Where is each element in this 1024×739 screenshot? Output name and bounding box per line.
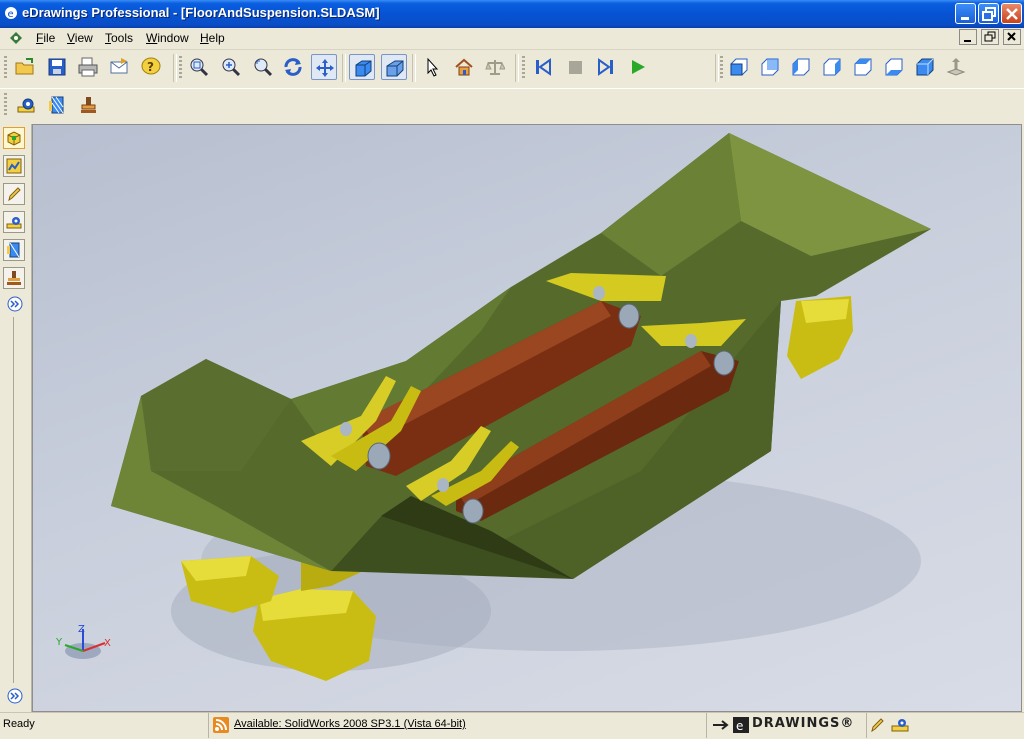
axis-label-y: Y: [55, 637, 63, 648]
print-icon[interactable]: [75, 54, 101, 80]
send-icon[interactable]: [106, 54, 132, 80]
bottom-view-icon[interactable]: [881, 54, 907, 80]
suspension-foot-right: [787, 296, 853, 379]
window-title: eDrawings Professional - [FloorAndSuspen…: [22, 5, 380, 20]
brand-label: DRAWINGS®: [752, 716, 855, 731]
stamp-icon[interactable]: [3, 267, 25, 289]
restore-button[interactable]: [978, 3, 999, 24]
zoom-to-fit-icon[interactable]: [186, 54, 212, 80]
zoom-in-out-icon[interactable]: [218, 54, 244, 80]
stop-icon[interactable]: [562, 54, 588, 80]
markup-icon[interactable]: [3, 183, 25, 205]
play-first-icon[interactable]: [530, 54, 556, 80]
toolbar-grip[interactable]: [4, 93, 7, 117]
toolbar-grip[interactable]: [179, 56, 182, 80]
floor-view-icon[interactable]: [943, 54, 969, 80]
mdi-close-button[interactable]: [1003, 29, 1021, 45]
isometric-view-icon[interactable]: [912, 54, 938, 80]
axis-label-z: Z: [78, 624, 85, 635]
back-view-icon[interactable]: [757, 54, 783, 80]
status-text: Ready: [3, 718, 35, 730]
mdi-restore-button[interactable]: [981, 29, 999, 45]
toolbar-grip[interactable]: [720, 56, 723, 80]
document-icon[interactable]: [8, 31, 24, 48]
arrow-icon: [712, 718, 732, 735]
menu-view[interactable]: View: [67, 31, 93, 45]
top-view-icon[interactable]: [850, 54, 876, 80]
measure-icon[interactable]: [482, 54, 508, 80]
menu-tools[interactable]: Tools: [105, 31, 133, 45]
help-icon[interactable]: ?: [138, 54, 164, 80]
model-viewport[interactable]: Z X Y: [32, 124, 1022, 712]
shaded-view-icon[interactable]: [349, 54, 375, 80]
section-icon[interactable]: [44, 92, 70, 118]
toolbar-grip[interactable]: [522, 56, 525, 80]
open-icon[interactable]: [12, 54, 38, 80]
svg-text:e: e: [736, 719, 743, 733]
front-view-icon[interactable]: [726, 54, 752, 80]
home-icon[interactable]: [451, 54, 477, 80]
minimize-button[interactable]: [955, 3, 976, 24]
mdi-minimize-button[interactable]: [959, 29, 977, 45]
expand-icon[interactable]: [6, 295, 24, 316]
menu-bar: File View Tools Window Help: [0, 28, 1024, 50]
expand-bottom-icon[interactable]: [6, 687, 24, 708]
markup-pencil-icon[interactable]: [870, 717, 886, 736]
close-button[interactable]: [1001, 3, 1022, 24]
axis-label-x: X: [104, 638, 111, 649]
right-view-icon[interactable]: [819, 54, 845, 80]
svg-text:e: e: [8, 9, 14, 20]
edrawings-logo-icon: e: [733, 717, 749, 736]
save-icon[interactable]: [44, 54, 70, 80]
menu-file[interactable]: File: [36, 31, 55, 45]
section-icon[interactable]: [3, 239, 25, 261]
main-toolbar: ?: [0, 50, 1024, 86]
measure-icon[interactable]: [3, 211, 25, 233]
rss-icon[interactable]: [213, 717, 229, 736]
rotate-icon[interactable]: [280, 54, 306, 80]
edrawings-logo-icon: e: [4, 6, 18, 20]
left-sidebar: [0, 124, 32, 712]
left-view-icon[interactable]: [788, 54, 814, 80]
select-icon[interactable]: [419, 54, 445, 80]
axis-triad: Z X Y: [55, 624, 111, 659]
components-icon[interactable]: [3, 127, 25, 149]
measure-tape-icon[interactable]: [13, 92, 39, 118]
toolbar-grip[interactable]: [4, 56, 7, 80]
update-available-link[interactable]: Available: SolidWorks 2008 SP3.1 (Vista …: [234, 718, 466, 730]
title-bar: e eDrawings Professional - [FloorAndSusp…: [0, 0, 1024, 28]
assembly-model[interactable]: Z X Y: [33, 125, 1022, 712]
perspective-view-icon[interactable]: [381, 54, 407, 80]
play-icon[interactable]: [625, 54, 651, 80]
stamp-icon[interactable]: [76, 92, 102, 118]
zoom-to-area-icon[interactable]: [250, 54, 276, 80]
measure-status-icon[interactable]: [891, 717, 909, 736]
menu-window[interactable]: Window: [146, 31, 189, 45]
markup-toolbar: [0, 88, 1024, 123]
menu-help[interactable]: Help: [200, 31, 225, 45]
configurations-icon[interactable]: [3, 155, 25, 177]
play-last-icon[interactable]: [593, 54, 619, 80]
status-bar: Ready Available: SolidWorks 2008 SP3.1 (…: [0, 712, 1024, 739]
pan-icon[interactable]: [311, 54, 337, 80]
svg-text:?: ?: [147, 60, 154, 74]
